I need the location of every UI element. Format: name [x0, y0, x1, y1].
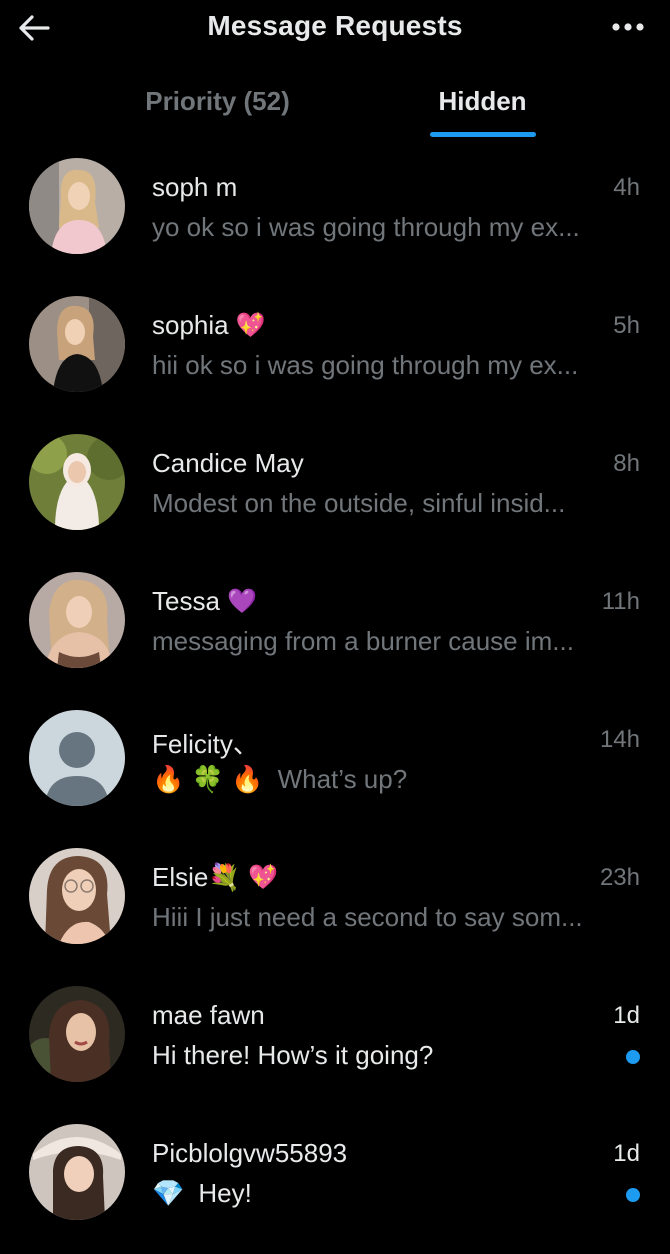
conversation-time: 23h: [599, 864, 640, 891]
conversation-row[interactable]: Picblolgvw55893 1d 💎 Hey!: [0, 1116, 670, 1254]
default-avatar[interactable]: [29, 710, 125, 806]
conversation-row[interactable]: Tessa 💜 11h messaging from a burner caus…: [0, 564, 670, 702]
name-text: sophia: [152, 310, 229, 340]
conversation-time: 1d: [613, 1002, 640, 1029]
sparkling-heart-icon: 💖: [235, 312, 266, 339]
fire-clover-fire-icon: 🔥 🍀 🔥: [152, 764, 264, 794]
conversation-row[interactable]: Elsie💐 💖 23h Hiii I just need a second t…: [0, 840, 670, 978]
name-text: Picblolgvw55893: [152, 1138, 348, 1168]
name-text: Candice May: [152, 448, 304, 478]
name-text: Tessa: [152, 586, 220, 616]
avatar[interactable]: [29, 986, 125, 1082]
default-profile-icon: [29, 710, 125, 806]
avatar[interactable]: [29, 1124, 125, 1220]
conversation-row[interactable]: Felicity、 14h 🔥 🍀 🔥 What’s up?: [0, 702, 670, 840]
conversation-preview: hii ok so i was going through my ex...: [152, 350, 579, 380]
conversation-time: 8h: [613, 450, 640, 477]
avatar[interactable]: [29, 572, 125, 668]
purple-heart-icon: 💜: [227, 588, 258, 615]
more-horizontal-icon: [612, 23, 644, 31]
conversation-name: Candice May: [152, 448, 304, 479]
tab-bar: Priority (52) Hidden: [0, 70, 670, 141]
conversation-row[interactable]: mae fawn 1d Hi there! How’s it going?: [0, 978, 670, 1116]
name-text: mae fawn: [152, 1000, 265, 1030]
avatar[interactable]: [29, 848, 125, 944]
conversation-name: soph m: [152, 172, 237, 203]
avatar[interactable]: [29, 434, 125, 530]
unread-dot: [626, 1188, 640, 1202]
conversation-name: mae fawn: [152, 1000, 265, 1031]
conversation-preview: 💎 Hey!: [152, 1178, 252, 1209]
name-text: soph m: [152, 172, 238, 202]
conversation-time: 14h: [599, 726, 640, 753]
unread-dot: [626, 1050, 640, 1064]
tab-priority-label: Priority (52): [145, 86, 290, 116]
conversation-time: 5h: [613, 312, 640, 339]
header: Message Requests: [0, 0, 670, 56]
page-title: Message Requests: [207, 10, 463, 41]
tab-priority[interactable]: Priority (52): [110, 70, 325, 140]
conversation-preview: yo ok so i was going through my ex...: [152, 212, 580, 242]
conversation-preview: Hi there! How’s it going?: [152, 1040, 434, 1070]
preview-text: What’s up?: [277, 764, 408, 794]
conversation-name: Felicity、: [152, 724, 259, 761]
conversation-list: soph m 4h yo ok so i was going through m…: [0, 150, 670, 1254]
conversation-row[interactable]: Candice May 8h Modest on the outside, si…: [0, 426, 670, 564]
conversation-row[interactable]: sophia 💖 5h hii ok so i was going throug…: [0, 288, 670, 426]
conversation-name: Picblolgvw55893: [152, 1138, 347, 1169]
avatar[interactable]: [29, 158, 125, 254]
conversation-preview: Hiii I just need a second to say som...: [152, 902, 583, 932]
name-text: Elsie💐: [152, 862, 241, 892]
name-text: Felicity、: [152, 729, 259, 759]
gem-icon: 💎: [152, 1178, 185, 1208]
conversation-row[interactable]: soph m 4h yo ok so i was going through m…: [0, 150, 670, 288]
more-button[interactable]: [606, 10, 650, 44]
conversation-time: 4h: [613, 174, 640, 201]
conversation-time: 11h: [601, 588, 640, 615]
tab-hidden-label: Hidden: [438, 86, 527, 116]
conversation-time: 1d: [613, 1140, 640, 1167]
conversation-name: Tessa 💜: [152, 586, 257, 617]
active-tab-indicator: [429, 132, 536, 137]
tab-hidden[interactable]: Hidden: [400, 70, 565, 140]
conversation-preview: Modest on the outside, sinful insid...: [152, 488, 566, 518]
conversation-preview: 🔥 🍀 🔥 What’s up?: [152, 764, 407, 795]
sparkling-heart-icon: 💖: [247, 864, 278, 891]
preview-text: Hey!: [198, 1178, 252, 1208]
conversation-name: sophia 💖: [152, 310, 266, 341]
conversation-name: Elsie💐 💖: [152, 862, 278, 893]
avatar[interactable]: [29, 296, 125, 392]
conversation-preview: messaging from a burner cause im...: [152, 626, 574, 656]
